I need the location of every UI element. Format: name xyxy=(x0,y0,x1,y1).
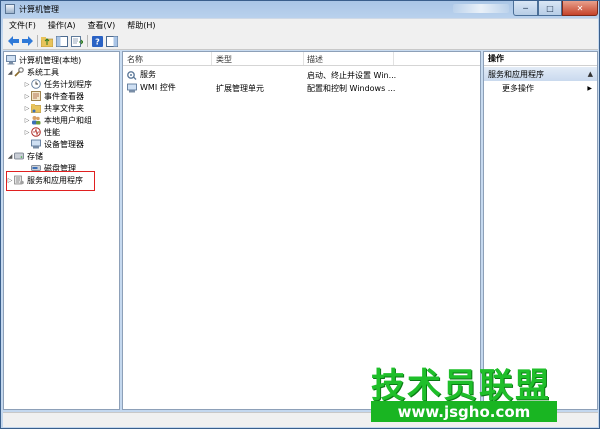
list-row[interactable]: WMI 控件 扩展管理单元 配置和控制 Windows ... xyxy=(123,81,480,94)
collapsed-arrow-icon[interactable]: ▷ xyxy=(23,93,31,100)
computer-management-icon xyxy=(5,4,15,14)
tree-item-system-tools[interactable]: ◢ 系统工具 xyxy=(6,66,59,78)
export-list-icon[interactable] xyxy=(71,35,83,47)
tree-label-system-tools: 系统工具 xyxy=(27,67,59,77)
menu-help[interactable]: 帮助(H) xyxy=(127,20,155,31)
up-folder-icon[interactable] xyxy=(41,35,53,47)
row-name: 服务 xyxy=(140,70,156,79)
blurred-title-area xyxy=(453,4,509,13)
menu-action[interactable]: 操作(A) xyxy=(48,20,76,31)
tree-label-shared-folders: 共享文件夹 xyxy=(44,103,84,113)
tree-label-storage: 存储 xyxy=(27,151,43,161)
column-header-description[interactable]: 描述 xyxy=(307,54,323,65)
submenu-arrow-icon: ▶ xyxy=(587,85,592,92)
tree-item-event-viewer[interactable]: ▷ 事件查看器 xyxy=(23,90,84,102)
actions-title: 操作 xyxy=(484,52,597,66)
more-actions-item[interactable]: 更多操作 ▶ xyxy=(484,82,597,95)
highlight-box xyxy=(6,171,95,191)
menu-view[interactable]: 查看(V) xyxy=(88,20,116,31)
row-description: 启动、终止并设置 Win... xyxy=(307,71,397,80)
performance-icon xyxy=(31,127,41,137)
maximize-icon: □ xyxy=(546,3,554,13)
actions-section-label: 服务和应用程序 xyxy=(488,69,544,79)
close-button[interactable]: ✕ xyxy=(562,1,598,16)
shared-folder-icon xyxy=(31,103,41,113)
actions-pane: 操作 服务和应用程序 ▲ 更多操作 ▶ xyxy=(483,51,598,410)
tree-label-root: 计算机管理(本地) xyxy=(19,55,82,65)
menu-bar: 文件(F) 操作(A) 查看(V) 帮助(H) xyxy=(3,18,598,32)
row-description: 配置和控制 Windows ... xyxy=(307,84,396,93)
collapse-arrow-icon[interactable]: ▲ xyxy=(588,70,593,78)
tools-icon xyxy=(14,67,24,77)
services-icon xyxy=(127,70,137,80)
tree-label-task-scheduler: 任务计划程序 xyxy=(44,79,92,89)
close-icon: ✕ xyxy=(576,3,584,13)
clock-icon xyxy=(31,79,41,89)
device-manager-icon xyxy=(31,139,41,149)
tree-label-performance: 性能 xyxy=(44,127,60,137)
tree-item-device-manager[interactable]: 设备管理器 xyxy=(31,138,84,150)
column-header-name[interactable]: 名称 xyxy=(127,54,143,65)
tree-item-root[interactable]: 计算机管理(本地) xyxy=(6,54,81,66)
watermark-url: www.jsgho.com xyxy=(371,401,557,422)
show-hide-action-pane-icon[interactable] xyxy=(106,35,118,47)
tree-item-performance[interactable]: ▷ 性能 xyxy=(23,126,60,138)
tree-item-local-users[interactable]: ▷ 本地用户和组 xyxy=(23,114,92,126)
tree-item-task-scheduler[interactable]: ▷ 任务计划程序 xyxy=(23,78,92,90)
svg-text:?: ? xyxy=(95,37,100,46)
wmi-control-icon xyxy=(127,83,137,93)
tree-item-storage[interactable]: ◢ 存储 xyxy=(6,150,43,162)
more-actions-label: 更多操作 xyxy=(502,84,534,93)
expanded-arrow-icon[interactable]: ◢ xyxy=(6,153,14,160)
back-icon[interactable] xyxy=(7,35,19,47)
collapsed-arrow-icon[interactable]: ▷ xyxy=(23,81,31,88)
list-row[interactable]: 服务 启动、终止并设置 Win... xyxy=(123,68,480,81)
help-icon[interactable]: ? xyxy=(91,35,103,47)
toolbar: ? xyxy=(3,32,598,50)
tree-label-local-users: 本地用户和组 xyxy=(44,115,92,125)
computer-management-window: 计算机管理 ─ □ ✕ 文件(F) 操作(A) 查看(V) 帮助(H) ? 计算… xyxy=(0,0,600,429)
window-title: 计算机管理 xyxy=(19,5,59,14)
tree-label-event-viewer: 事件查看器 xyxy=(44,91,84,101)
minimize-button[interactable]: ─ xyxy=(513,1,538,16)
row-name: WMI 控件 xyxy=(140,83,176,92)
row-type: 扩展管理单元 xyxy=(216,84,264,93)
column-header-type[interactable]: 类型 xyxy=(216,54,232,65)
menu-file[interactable]: 文件(F) xyxy=(9,20,36,31)
title-bar: 计算机管理 ─ □ ✕ xyxy=(1,1,599,17)
users-icon xyxy=(31,115,41,125)
collapsed-arrow-icon[interactable]: ▷ xyxy=(23,105,31,112)
computer-icon xyxy=(6,55,16,65)
tree-item-shared-folders[interactable]: ▷ 共享文件夹 xyxy=(23,102,84,114)
minimize-icon: ─ xyxy=(523,3,528,13)
tree-label-device-manager: 设备管理器 xyxy=(44,139,84,149)
forward-icon[interactable] xyxy=(21,35,33,47)
collapsed-arrow-icon[interactable]: ▷ xyxy=(23,117,31,124)
watermark-title: 技术员联盟 xyxy=(371,366,551,406)
console-tree-pane: 计算机管理(本地) ◢ 系统工具 ▷ 任务计划程序 ▷ 事件查看器 ▷ 共享文件… xyxy=(3,51,120,410)
maximize-button[interactable]: □ xyxy=(538,1,562,16)
results-list-pane: 名称 类型 描述 服务 启动、终止并设置 Win... WMI 控件 扩展管理单… xyxy=(122,51,481,410)
watermark: 技术员联盟 www.jsgho.com xyxy=(371,358,586,424)
storage-icon xyxy=(14,151,24,161)
actions-section-header[interactable]: 服务和应用程序 ▲ xyxy=(484,67,597,81)
list-header: 名称 类型 描述 xyxy=(123,52,480,66)
expanded-arrow-icon[interactable]: ◢ xyxy=(6,69,14,76)
event-viewer-icon xyxy=(31,91,41,101)
collapsed-arrow-icon[interactable]: ▷ xyxy=(23,129,31,136)
show-hide-tree-icon[interactable] xyxy=(56,35,68,47)
